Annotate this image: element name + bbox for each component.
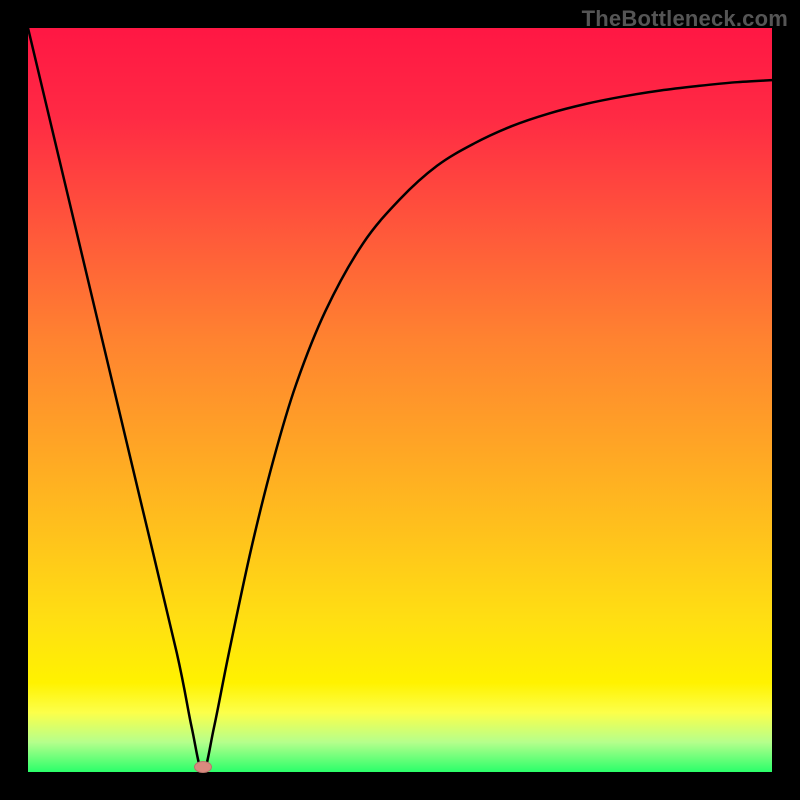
chart-frame: TheBottleneck.com xyxy=(0,0,800,800)
optimal-point-marker xyxy=(194,761,212,773)
plot-area xyxy=(28,28,772,772)
bottleneck-curve xyxy=(28,28,772,772)
watermark-text: TheBottleneck.com xyxy=(582,6,788,32)
